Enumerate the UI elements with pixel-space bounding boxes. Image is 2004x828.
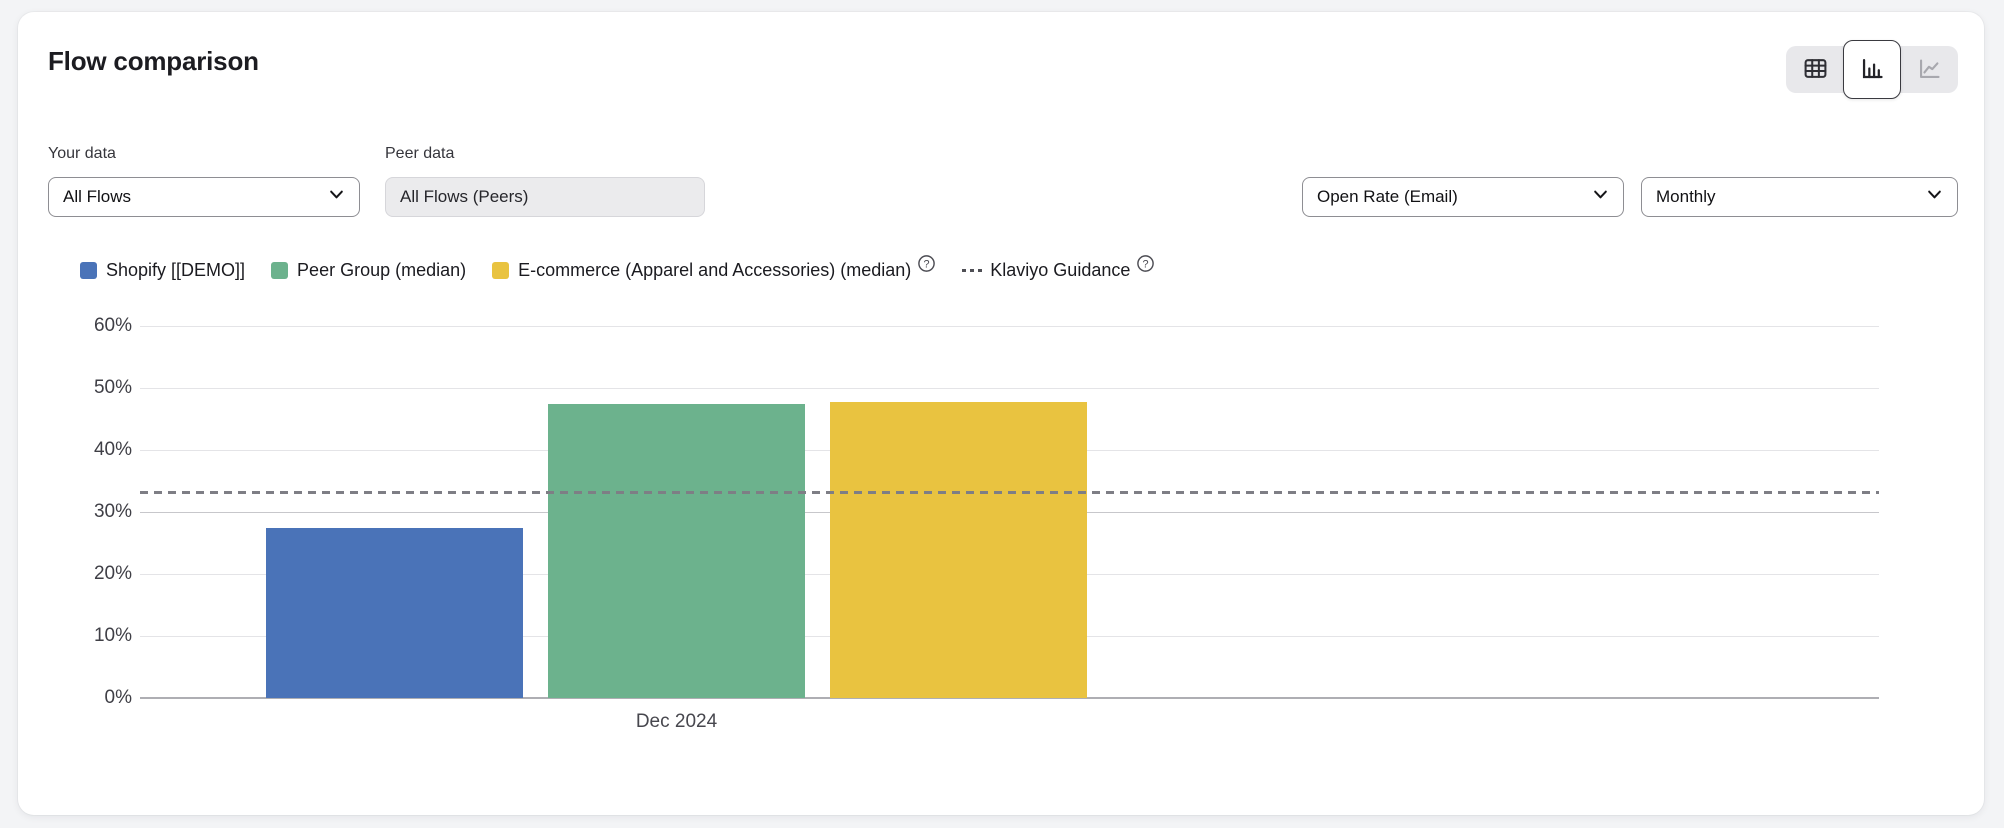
legend-swatch-icon — [80, 262, 97, 279]
interval-select[interactable]: Monthly — [1641, 177, 1958, 217]
bar-2[interactable] — [548, 404, 805, 698]
peer-data-field: Peer data All Flows (Peers) — [385, 143, 705, 217]
help-icon[interactable]: ? — [1136, 254, 1155, 273]
chevron-down-icon — [1926, 186, 1943, 208]
bar-1[interactable] — [266, 528, 523, 699]
legend-label: E-commerce (Apparel and Accessories) (me… — [518, 260, 911, 281]
your-data-field: Your data All Flows — [48, 143, 360, 217]
y-tick-label: 50% — [48, 376, 132, 400]
x-axis-label: Dec 2024 — [636, 711, 717, 733]
legend-item-1[interactable]: Shopify [[DEMO]] — [80, 260, 245, 281]
table-icon — [1802, 55, 1829, 85]
peer-data-label: Peer data — [385, 143, 705, 165]
peer-data-value: All Flows (Peers) — [400, 187, 528, 207]
klaviyo-guidance-line — [140, 491, 1879, 494]
y-tick-label: 60% — [48, 314, 132, 338]
interval-value: Monthly — [1656, 187, 1716, 207]
bar-3[interactable] — [830, 402, 1087, 698]
chart-legend: Shopify [[DEMO]] Peer Group (median) E-com… — [80, 257, 1958, 283]
metric-select[interactable]: Open Rate (Email) — [1302, 177, 1624, 217]
help-icon[interactable]: ? — [917, 254, 936, 273]
dashed-line-icon — [962, 269, 982, 272]
legend-swatch-icon — [492, 262, 509, 279]
peer-data-select: All Flows (Peers) — [385, 177, 705, 217]
bar-chart-icon — [1859, 55, 1886, 85]
gridline-50% — [140, 388, 1879, 389]
y-tick-label: 30% — [48, 500, 132, 524]
legend-swatch-icon — [271, 262, 288, 279]
chevron-down-icon — [1592, 186, 1609, 208]
filter-bar: Your data All Flows Peer data All Flows … — [48, 143, 1958, 217]
legend-label: Shopify [[DEMO]] — [106, 260, 245, 281]
svg-text:?: ? — [1143, 258, 1149, 270]
y-tick-label: 0% — [48, 686, 132, 710]
line-chart-icon — [1916, 55, 1943, 85]
legend-item-3[interactable]: E-commerce (Apparel and Accessories) (me… — [492, 260, 936, 281]
page-title: Flow comparison — [48, 46, 259, 76]
your-data-select[interactable]: All Flows — [48, 177, 360, 217]
your-data-label: Your data — [48, 143, 360, 165]
legend-item-4[interactable]: Klaviyo Guidance? — [962, 260, 1155, 281]
chevron-down-icon — [328, 186, 345, 208]
flow-comparison-card: Flow comparison — [18, 12, 1984, 815]
legend-label: Peer Group (median) — [297, 260, 466, 281]
card-header: Flow comparison — [48, 46, 1958, 93]
your-data-value: All Flows — [63, 187, 131, 207]
legend-label: Klaviyo Guidance — [990, 260, 1130, 281]
y-tick-label: 20% — [48, 562, 132, 586]
line-chart-view-button[interactable] — [1902, 46, 1956, 93]
y-tick-label: 40% — [48, 438, 132, 462]
bar-chart: 0% 10% 20% 30% 40% 50% 60% Dec 2024 — [48, 311, 1958, 751]
gridline-60% — [140, 326, 1879, 327]
view-toggle — [1786, 46, 1958, 93]
svg-text:?: ? — [924, 258, 930, 270]
table-view-button[interactable] — [1788, 46, 1842, 93]
metric-value: Open Rate (Email) — [1317, 187, 1458, 207]
bar-chart-view-button[interactable] — [1843, 40, 1901, 99]
y-tick-label: 10% — [48, 624, 132, 648]
legend-item-2[interactable]: Peer Group (median) — [271, 260, 466, 281]
